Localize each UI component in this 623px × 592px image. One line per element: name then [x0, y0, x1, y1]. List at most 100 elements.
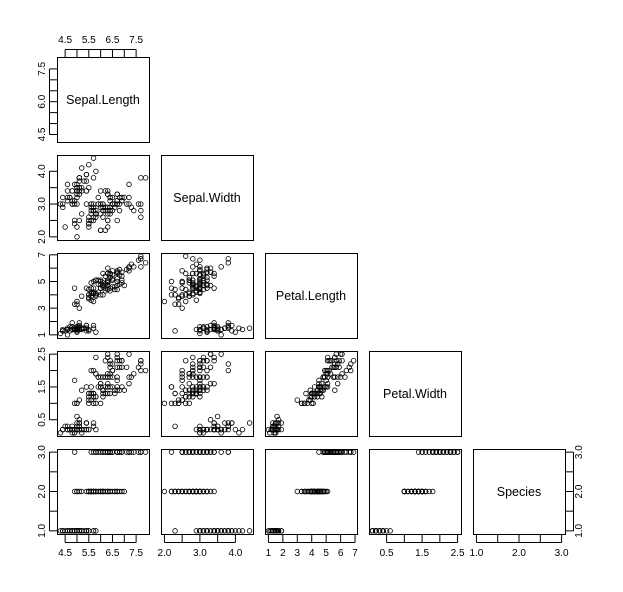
- diag-label-sepal-length: Sepal.Length: [66, 93, 140, 107]
- data-point: [131, 371, 137, 377]
- data-point: [161, 400, 168, 407]
- panel-petal-length-vs-petal-width: [265, 351, 357, 436]
- data-point: [246, 325, 253, 331]
- data-point: [126, 380, 132, 387]
- data-point: [93, 168, 99, 174]
- data-point: [57, 430, 64, 436]
- data-point: [294, 397, 300, 403]
- tick-label-left-petal-length: 1: [37, 332, 48, 338]
- data-point: [239, 426, 246, 433]
- tick-label-top-sepal-length: 5.5: [82, 35, 96, 46]
- data-point: [218, 332, 224, 338]
- data-point: [335, 380, 341, 387]
- data-point: [218, 264, 224, 270]
- data-point: [142, 367, 149, 374]
- tick-label-bottom-species: 3.0: [555, 548, 569, 559]
- data-point: [303, 390, 309, 397]
- panel-sepal-length-vs-petal-length: [57, 253, 149, 338]
- tick-label-left-petal-width: 1.5: [37, 380, 48, 394]
- data-point: [71, 217, 78, 224]
- data-point: [74, 224, 80, 230]
- panel-frame-sepal-width-vs-species: [161, 449, 254, 535]
- panel-petal-width-vs-species: [369, 449, 461, 534]
- data-point: [64, 181, 71, 188]
- data-point: [161, 298, 168, 305]
- tick-label-left-sepal-width: 4.0: [37, 164, 48, 178]
- data-point: [168, 384, 175, 390]
- data-point: [197, 380, 203, 387]
- tick-label-right-species: 1.0: [574, 523, 585, 537]
- data-point: [138, 367, 144, 374]
- tick-label-left-petal-length: 7: [37, 252, 48, 258]
- panel-frame-petal-length-vs-species: [265, 449, 358, 535]
- data-point: [172, 328, 178, 334]
- data-point: [93, 426, 99, 433]
- data-point: [218, 351, 224, 357]
- data-point: [93, 371, 99, 377]
- data-point: [60, 426, 66, 433]
- data-point: [74, 413, 80, 420]
- panel-sepal-length-vs-sepal-width: [57, 155, 149, 240]
- panel-sepal-width-vs-petal-length: [161, 253, 253, 338]
- data-point: [97, 227, 104, 233]
- tick-label-bottom-petal-length: 3: [295, 548, 301, 559]
- data-point: [93, 354, 99, 361]
- data-point: [105, 265, 111, 271]
- data-point: [97, 188, 104, 194]
- tick-label-left-sepal-width: 2.0: [37, 229, 48, 243]
- data-point: [114, 384, 120, 390]
- panel-frame-petal-width-vs-species: [369, 449, 462, 535]
- data-point: [90, 175, 97, 181]
- data-point: [76, 397, 83, 403]
- tick-label-left-sepal-length: 4.5: [37, 127, 48, 141]
- data-point: [64, 188, 71, 194]
- data-point: [100, 214, 106, 220]
- data-point: [179, 305, 185, 311]
- tick-label-right-species: 3.0: [574, 445, 585, 459]
- data-point: [97, 400, 104, 407]
- tick-label-bottom-petal-length: 1: [266, 548, 272, 559]
- tick-label-bottom-petal-length: 6: [338, 548, 344, 559]
- data-point: [119, 384, 125, 390]
- data-point: [71, 449, 78, 455]
- data-point: [182, 298, 189, 305]
- tick-label-bottom-petal-length: 7: [352, 548, 358, 559]
- tick-label-left-species: 3.0: [37, 445, 48, 459]
- data-point: [95, 194, 101, 201]
- data-point: [142, 449, 149, 455]
- data-point: [197, 423, 203, 429]
- data-point: [76, 217, 83, 224]
- diag-label-species: Species: [497, 485, 541, 499]
- data-point: [294, 488, 300, 495]
- diag-label-petal-length: Petal.Length: [276, 289, 346, 303]
- tick-label-bottom-petal-length: 5: [323, 548, 329, 559]
- data-point: [142, 175, 149, 181]
- data-point: [90, 423, 97, 429]
- data-point: [71, 377, 78, 384]
- data-point: [93, 211, 99, 217]
- data-point: [86, 400, 92, 407]
- data-point: [138, 214, 144, 220]
- data-point: [172, 528, 178, 534]
- data-point: [278, 528, 285, 534]
- data-point: [343, 367, 350, 374]
- data-point: [138, 207, 144, 214]
- data-point: [119, 198, 125, 204]
- data-point: [69, 188, 75, 194]
- data-point: [100, 394, 106, 400]
- data-point: [102, 227, 109, 233]
- data-point: [83, 420, 90, 426]
- data-point: [190, 264, 196, 270]
- tick-label-left-sepal-length: 6.0: [37, 94, 48, 108]
- data-point: [225, 449, 231, 455]
- pairs-plot: Sepal.Length Sepal.Width Petal.Length Pe…: [37, 35, 585, 559]
- data-point: [71, 285, 78, 291]
- tick-label-bottom-sepal-length: 4.5: [58, 548, 72, 559]
- panel-sepal-length-vs-petal-width: [57, 351, 149, 436]
- panel-frame-sepal-length-vs-sepal-width: [57, 155, 150, 241]
- data-point: [107, 198, 113, 204]
- tick-label-bottom-sepal-length: 5.5: [82, 548, 96, 559]
- tick-label-bottom-sepal-width: 3.0: [193, 548, 207, 559]
- data-point: [197, 367, 203, 374]
- data-point: [182, 358, 189, 364]
